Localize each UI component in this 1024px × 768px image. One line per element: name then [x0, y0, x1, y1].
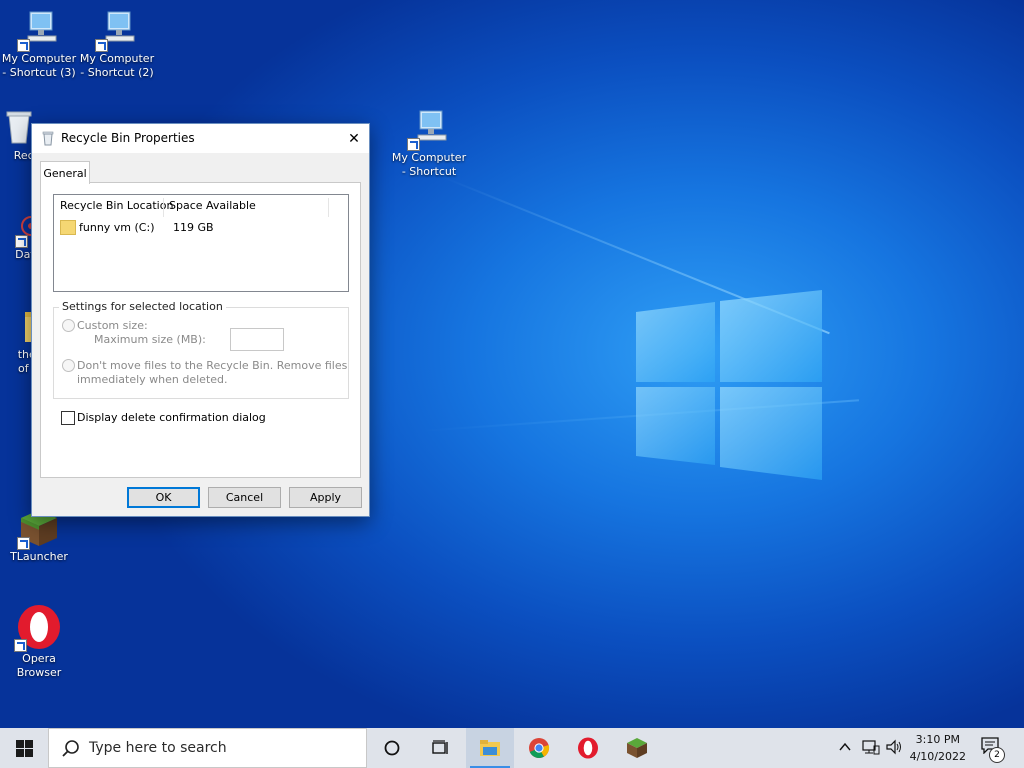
action-center-button[interactable]: 2 [980, 736, 1006, 763]
location-cell: funny vm (C:) [79, 221, 155, 234]
column-header-location[interactable]: Recycle Bin Location [60, 199, 173, 212]
opera-icon [14, 604, 62, 652]
taskbar-tlauncher[interactable] [613, 728, 661, 768]
icon-label: My Computer [79, 52, 155, 65]
recycle-bin-properties-dialog: Recycle Bin Properties ✕ General Recycle… [31, 123, 370, 517]
column-separator[interactable] [163, 198, 164, 217]
cortana-circle-icon [384, 740, 400, 756]
cortana-button[interactable] [368, 728, 416, 768]
computer-icon [95, 10, 137, 52]
clock[interactable]: 3:10 PM 4/10/2022 [910, 731, 966, 765]
minecraft-block-icon [627, 738, 647, 758]
search-icon [62, 740, 79, 757]
opera-icon [578, 737, 598, 759]
dont-move-label-line1: Don't move files to the Recycle Bin. Rem… [77, 359, 348, 372]
desktop-icon-my-computer-shortcut-3[interactable]: My Computer - Shortcut (3) [0, 10, 78, 80]
task-view-icon [432, 740, 448, 754]
chrome-icon [529, 738, 550, 758]
desktop-icon-opera-browser[interactable]: Opera Browser [0, 604, 78, 680]
shortcut-arrow-icon [17, 537, 30, 550]
dont-move-label-line2: immediately when deleted. [77, 373, 228, 386]
max-size-label: Maximum size (MB): [94, 333, 206, 346]
space-cell: 119 GB [173, 221, 214, 234]
search-placeholder: Type here to search [89, 740, 227, 756]
volume-button[interactable] [886, 739, 904, 758]
dialog-titlebar[interactable]: Recycle Bin Properties ✕ [32, 124, 369, 153]
close-button[interactable]: ✕ [339, 124, 369, 153]
clock-date: 4/10/2022 [909, 750, 966, 763]
tab-general[interactable]: General [40, 161, 90, 184]
clock-time: 3:10 PM [915, 733, 960, 746]
icon-label: Opera [22, 652, 56, 665]
custom-size-label: Custom size: [77, 319, 148, 332]
custom-size-radio[interactable] [62, 319, 75, 332]
icon-label: - Shortcut (2) [80, 66, 154, 79]
start-button[interactable] [0, 728, 48, 768]
dont-move-radio[interactable] [62, 359, 75, 372]
file-explorer-icon [480, 740, 500, 756]
network-button[interactable] [862, 739, 880, 758]
tab-panel-general: Recycle Bin Location Space Available fun… [40, 182, 361, 478]
taskbar-search-box[interactable]: Type here to search [48, 728, 367, 768]
shortcut-arrow-icon [17, 39, 30, 52]
windows-start-icon [15, 739, 33, 757]
max-size-input[interactable] [230, 328, 284, 351]
notification-count-badge: 2 [989, 747, 1005, 763]
recycle-bin-small-icon [42, 131, 54, 146]
computer-icon [17, 10, 59, 52]
icon-label: My Computer [391, 151, 467, 164]
network-icon [862, 740, 880, 755]
settings-groupbox: Settings for selected location Custom si… [53, 300, 349, 399]
taskbar: Type here to search 3:10 PM 4/10/2022 2 [0, 728, 1024, 768]
ok-button[interactable]: OK [127, 487, 200, 508]
taskbar-opera[interactable] [564, 728, 612, 768]
icon-label: My Computer [1, 52, 77, 65]
taskbar-file-explorer[interactable] [466, 728, 514, 768]
close-icon: ✕ [348, 130, 360, 147]
icon-label: Browser [16, 666, 62, 679]
icon-label: - Shortcut (3) [2, 66, 76, 79]
desktop-icon-my-computer-shortcut[interactable]: My Computer - Shortcut [390, 109, 468, 179]
folder-icon [60, 220, 76, 235]
apply-button[interactable]: Apply [289, 487, 362, 508]
windows-logo-wallpaper [636, 290, 822, 480]
column-separator[interactable] [328, 198, 329, 217]
shortcut-arrow-icon [95, 39, 108, 52]
chevron-up-icon [839, 742, 851, 751]
show-hidden-icons-button[interactable] [838, 740, 852, 757]
delete-confirmation-checkbox[interactable] [61, 411, 75, 425]
computer-icon [407, 109, 449, 151]
dialog-title: Recycle Bin Properties [61, 131, 195, 145]
shortcut-arrow-icon [14, 639, 27, 652]
list-item[interactable]: funny vm (C:) 119 GB [60, 220, 214, 235]
taskbar-chrome[interactable] [515, 728, 563, 768]
recycle-bin-location-list[interactable]: Recycle Bin Location Space Available fun… [53, 194, 349, 292]
shortcut-arrow-icon [15, 235, 28, 248]
shortcut-arrow-icon [407, 138, 420, 151]
task-view-button[interactable] [416, 728, 464, 768]
speaker-icon [886, 739, 901, 755]
cancel-button[interactable]: Cancel [208, 487, 281, 508]
desktop-icon-my-computer-shortcut-2[interactable]: My Computer - Shortcut (2) [78, 10, 156, 80]
icon-label: - Shortcut [401, 165, 457, 178]
icon-label: TLauncher [10, 550, 68, 563]
settings-group-label: Settings for selected location [59, 300, 226, 313]
tab-general-label: General [43, 166, 87, 180]
column-header-space[interactable]: Space Available [169, 199, 256, 212]
delete-confirmation-label: Display delete confirmation dialog [77, 411, 266, 424]
